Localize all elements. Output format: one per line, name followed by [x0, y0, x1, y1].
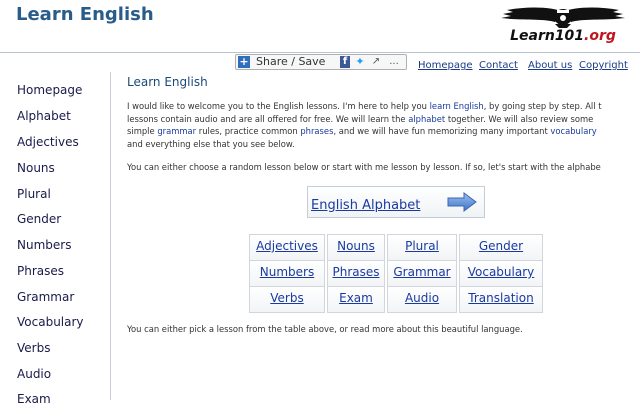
lesson-table: Adjectives Nouns Plural Gender Numbers P… [249, 234, 543, 313]
page-title: Learn English [127, 75, 208, 89]
lesson-cell-verbs[interactable]: Verbs [249, 286, 325, 313]
facebook-icon[interactable]: f [340, 56, 350, 68]
topnav-about-us[interactable]: About us [528, 60, 572, 71]
sidebar-item-verbs[interactable]: Verbs [17, 341, 50, 355]
lesson-cell-gender[interactable]: Gender [459, 234, 543, 261]
lesson-cell-phrases[interactable]: Phrases [327, 260, 385, 287]
lesson-cell-vocabulary[interactable]: Vocabulary [459, 260, 543, 287]
more-options[interactable]: ... [386, 56, 402, 68]
intro-line-2: lessons contain audio and are all offere… [127, 113, 594, 124]
share-save-label[interactable]: Share / Save [256, 55, 325, 69]
sidebar-item-plural[interactable]: Plural [17, 187, 51, 201]
sidebar-item-audio[interactable]: Audio [17, 367, 51, 381]
phrases-link[interactable]: phrases [300, 126, 333, 136]
sidebar-item-homepage[interactable]: Homepage [17, 83, 82, 97]
arrow-right-icon[interactable] [446, 191, 478, 213]
plus-icon[interactable]: + [238, 56, 250, 68]
lesson-cell-plural[interactable]: Plural [387, 234, 457, 261]
lesson-cell-grammar[interactable]: Grammar [387, 260, 457, 287]
intro-line-4: and everything else that you see below. [127, 138, 295, 149]
vocabulary-link[interactable]: vocabulary [550, 126, 596, 136]
lesson-cell-translation[interactable]: Translation [459, 286, 543, 313]
intro-paragraph: I would like to welcome you to the Engli… [127, 100, 640, 150]
intro-line-1: I would like to welcome you to the Engli… [127, 101, 602, 111]
share-save-bar[interactable]: + Share / Save f ✦ ↗ ... [235, 54, 407, 70]
sidebar-item-nouns[interactable]: Nouns [17, 161, 55, 175]
footer-text: You can either pick a lesson from the ta… [127, 324, 523, 334]
sidebar-item-grammar[interactable]: Grammar [17, 290, 74, 304]
twitter-icon[interactable]: ✦ [354, 56, 366, 68]
english-alphabet-button[interactable]: English Alphabet [307, 186, 485, 218]
sidebar-item-phrases[interactable]: Phrases [17, 264, 64, 278]
english-alphabet-label[interactable]: English Alphabet [311, 198, 420, 213]
topnav-contact[interactable]: Contact [479, 60, 518, 71]
intro-line-3: simple grammar rules, practice common ph… [127, 126, 597, 137]
grammar-link[interactable]: grammar [157, 126, 196, 136]
lesson-cell-audio[interactable]: Audio [387, 286, 457, 313]
learn-english-link[interactable]: learn English [430, 101, 484, 111]
page-header: Learn English Learn101.org [0, 0, 640, 53]
main-content: Learn English I would like to welcome yo… [127, 72, 640, 400]
lesson-cell-numbers[interactable]: Numbers [249, 260, 325, 287]
sidebar-item-gender[interactable]: Gender [17, 212, 61, 226]
lesson-cell-adjectives[interactable]: Adjectives [249, 234, 325, 261]
alphabet-link[interactable]: alphabet [408, 114, 445, 124]
lesson-cell-nouns[interactable]: Nouns [327, 234, 385, 261]
topnav-copyright[interactable]: Copyright [579, 60, 628, 71]
sidebar-item-vocabulary[interactable]: Vocabulary [17, 315, 84, 329]
share-arrow-icon[interactable]: ↗ [370, 56, 382, 68]
sidebar-item-alphabet[interactable]: Alphabet [17, 109, 71, 123]
sidebar-item-numbers[interactable]: Numbers [17, 238, 71, 252]
site-title[interactable]: Learn English [16, 4, 154, 25]
lesson-cell-exam[interactable]: Exam [327, 286, 385, 313]
logo-text[interactable]: Learn101.org [495, 28, 631, 44]
sidebar-nav: Homepage Alphabet Adjectives Nouns Plura… [0, 72, 111, 406]
topnav-homepage[interactable]: Homepage [418, 60, 473, 71]
sidebar-item-exam[interactable]: Exam [17, 392, 51, 406]
sidebar-item-adjectives[interactable]: Adjectives [17, 135, 79, 149]
choose-lesson-text: You can either choose a random lesson be… [127, 162, 601, 172]
